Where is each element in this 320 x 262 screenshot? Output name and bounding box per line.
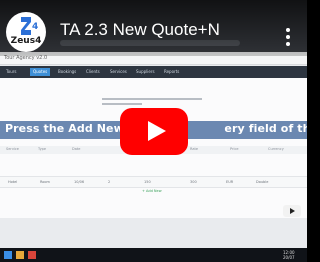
caption-text-end: ery field of the service — [224, 122, 307, 135]
channel-name: Zeus4 — [10, 36, 42, 46]
table-cell: 2 — [108, 180, 111, 184]
zeus-logo-icon — [21, 17, 31, 35]
channel-avatar[interactable]: 4 Zeus4 — [6, 12, 46, 52]
play-icon — [148, 121, 166, 141]
youtube-play-glyph-icon — [290, 208, 295, 214]
app-tab-active: Quotes — [30, 68, 51, 76]
column-header: Date — [72, 147, 81, 151]
more-options-icon[interactable] — [286, 28, 290, 46]
column-header: Type — [38, 147, 47, 151]
video-player[interactable]: Tour Agency v2.0 Tours Quotes Bookings C… — [0, 0, 307, 262]
app-tab: Services — [110, 69, 127, 74]
app-tab: Clients — [86, 69, 100, 74]
clock-date: 20/07 — [283, 255, 295, 260]
table-cell: EUR — [226, 180, 234, 184]
windows-start-icon — [4, 251, 12, 259]
windows-taskbar — [0, 248, 307, 262]
info-text-line — [102, 98, 202, 100]
table-cell: Room — [40, 180, 50, 184]
app-tab: Suppliers — [136, 69, 155, 74]
column-header: Rate — [190, 147, 199, 151]
file-explorer-icon — [16, 251, 24, 259]
table-cell: 10/06 — [74, 180, 85, 184]
column-header: Price — [230, 147, 239, 151]
table-cell: Hotel — [8, 180, 18, 184]
app-tab: Tours — [6, 69, 17, 74]
column-header: Currency — [268, 147, 284, 151]
taskbar-clock: 12:00 20/07 — [283, 250, 295, 260]
table-cell: 300 — [190, 180, 197, 184]
add-new-link[interactable]: + Add New — [142, 189, 162, 193]
app-tab: Reports — [164, 69, 180, 74]
video-title[interactable]: TA 2.3 New Quote+N — [60, 20, 270, 40]
logo-mark: 4 — [32, 22, 39, 32]
table-cell: 150 — [144, 180, 151, 184]
chrome-icon — [28, 251, 36, 259]
info-text-line — [102, 103, 142, 105]
table-cell: Double — [256, 180, 269, 184]
app-tab: Bookings — [58, 69, 77, 74]
column-header: Service — [6, 147, 19, 151]
